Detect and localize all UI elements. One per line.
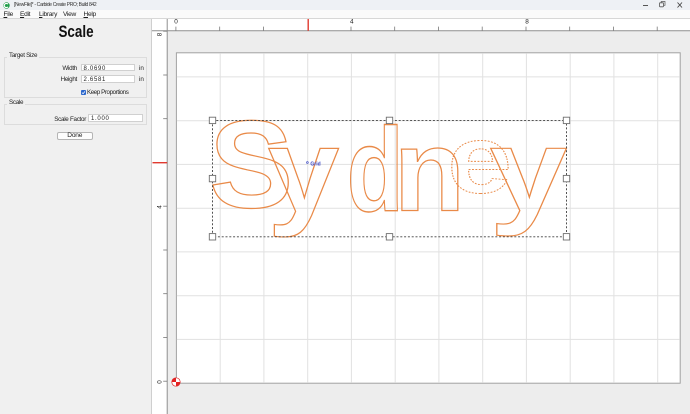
svg-text:8: 8 [525,19,529,26]
svg-text:Grid: Grid [310,162,320,168]
svg-text:0: 0 [174,19,178,26]
svg-text:8: 8 [157,32,164,36]
svg-text:y: y [490,105,568,237]
svg-text:4: 4 [350,19,354,26]
svg-text:4: 4 [157,205,164,209]
svg-text:0: 0 [157,380,164,384]
svg-text:y: y [268,104,340,238]
